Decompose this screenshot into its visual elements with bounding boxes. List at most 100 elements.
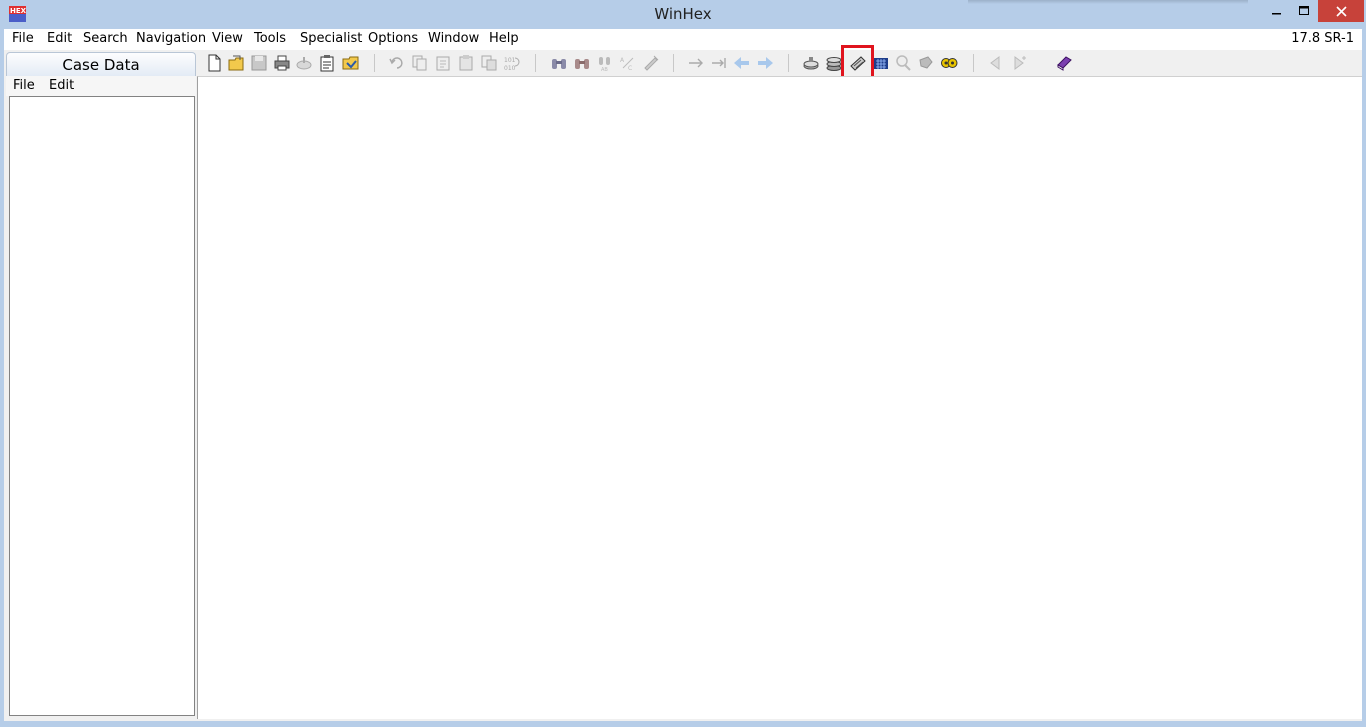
goto-sector-icon [712,58,726,68]
find-text-icon [552,59,566,69]
convert-icon: 101010 [504,57,520,72]
menu-window[interactable]: Window [428,31,479,46]
goto-offset-button[interactable] [686,53,706,73]
copy-button[interactable] [410,53,430,73]
open-file-button[interactable] [227,53,247,73]
open-file-icon [228,55,244,71]
case-menu-edit[interactable]: Edit [49,78,74,93]
help-book-button[interactable] [1054,53,1074,73]
open-folder-button[interactable] [341,53,361,73]
minimize-icon [1272,13,1281,15]
toolbar: 101 010 AB AC [197,45,1362,80]
menu-help[interactable]: Help [489,31,519,46]
toolbar-separator [673,54,674,72]
case-data-menu: File Edit [6,76,196,96]
toolbar-separator [535,54,536,72]
menu-edit[interactable]: Edit [47,31,72,46]
menu-file[interactable]: File [12,31,34,46]
case-data-panel: Case Data File Edit [4,52,197,719]
export-button[interactable] [294,53,314,73]
hash-button[interactable] [893,53,913,73]
menu-view[interactable]: View [212,31,243,46]
window-title: WinHex [654,5,712,23]
goto-offset-icon [689,58,703,68]
back-button[interactable] [732,53,752,73]
find-again-button[interactable] [641,53,661,73]
next-icon [1014,56,1026,70]
save-icon [251,55,267,71]
analyze-icon [919,56,933,69]
svg-text:101: 101 [504,57,516,64]
menu-search[interactable]: Search [83,31,128,46]
undo-button[interactable] [387,53,407,73]
minimize-button[interactable] [1263,0,1291,22]
paste-special-button[interactable] [479,53,499,73]
back-icon [734,57,749,69]
properties-button[interactable] [317,53,337,73]
find-hex-button[interactable] [572,53,592,73]
paste-icon [459,55,473,71]
menu-navigation[interactable]: Navigation [136,31,206,46]
open-disk-button[interactable] [801,53,821,73]
previous-button[interactable] [985,53,1005,73]
replace-text-button[interactable]: AB [595,53,615,73]
paste-button[interactable] [456,53,476,73]
undo-icon [389,57,403,69]
next-button[interactable] [1009,53,1029,73]
find-again-icon [644,55,659,71]
find-text-button[interactable] [549,53,569,73]
print-icon [274,55,290,71]
find-hex-icon [575,59,589,69]
forward-button[interactable] [755,53,775,73]
hash-icon [896,55,911,71]
tools-button[interactable] [939,53,959,73]
save-button[interactable] [249,53,269,73]
properties-icon [320,55,334,72]
paste-special-icon [481,55,497,71]
toolbar-separator [374,54,375,72]
svg-text:AB: AB [601,67,608,72]
toolbar-separator [788,54,789,72]
menu-options[interactable]: Options [368,31,418,46]
case-data-tree[interactable] [9,96,195,716]
replace-hex-button[interactable]: AC [618,53,638,73]
help-book-icon [1057,56,1072,71]
cut-button[interactable] [433,53,453,73]
open-folder-icon [342,56,359,70]
new-file-button[interactable] [204,53,224,73]
copy-icon [412,55,427,71]
toolbar-separator [973,54,974,72]
print-button[interactable] [272,53,292,73]
svg-text:C: C [628,65,632,72]
calculator-button[interactable] [871,53,891,73]
svg-text:A: A [620,57,625,64]
calculator-icon [874,58,888,69]
tools-icon [941,58,958,68]
convert-button[interactable]: 101 010 [502,53,522,73]
previous-icon [990,56,1000,70]
workspace-area[interactable] [197,76,1362,719]
popup-shadow [968,0,1248,4]
open-disk-icon [803,57,819,70]
goto-sector-button[interactable] [709,53,729,73]
case-data-title: Case Data [6,52,196,76]
replace-hex-icon: AC [620,57,634,72]
cut-icon [436,56,450,71]
menu-specialist[interactable]: Specialist [300,31,362,46]
replace-text-icon: AB [599,57,610,72]
title-bar: HEX WinHex [0,0,1366,29]
case-menu-file[interactable]: File [13,78,35,93]
svg-text:010: 010 [504,65,516,72]
menu-tools[interactable]: Tools [254,31,286,46]
maximize-button[interactable] [1291,0,1317,22]
forward-icon [758,57,773,69]
analyze-button[interactable] [916,53,936,73]
highlight-box [841,45,874,80]
maximize-icon [1298,6,1309,15]
close-button[interactable] [1318,0,1364,22]
menu-bar: File Edit Search Navigation View Tools S… [4,29,1362,50]
new-file-icon [208,54,221,72]
version-label: 17.8 SR-1 [1291,31,1354,46]
close-icon [1335,5,1347,17]
export-icon [296,57,312,70]
